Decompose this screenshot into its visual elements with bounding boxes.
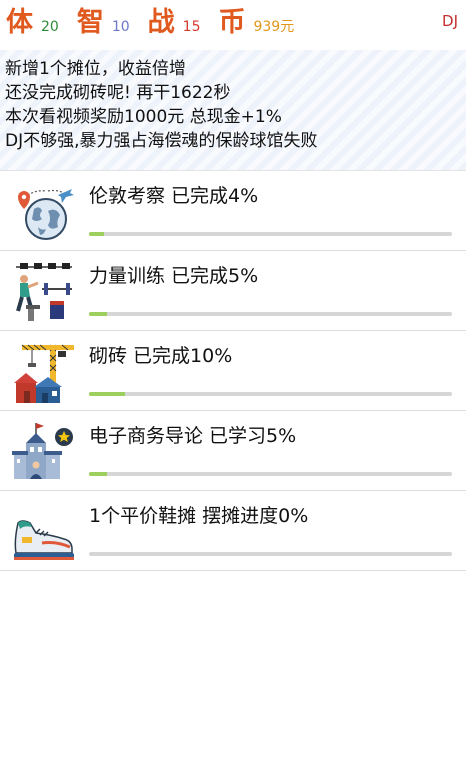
stat-combat-label: 战 [147,6,175,38]
activity-progress-fill [89,392,126,396]
activity-item-ecommerce[interactable]: 电子商务导论 已学习5% [0,411,466,491]
stat-combat-value: 15 [182,18,201,35]
activity-title: 1个平价鞋摊 摆摊进度0% [89,505,309,527]
sneaker-icon [14,520,74,560]
globe-travel-icon [18,189,74,240]
stat-combat: 战 15 [148,9,213,36]
activity-title: 电子商务导论 已学习5% [89,425,297,447]
status-bar: 体 20 智 10 战 15 币 939元 DJ [0,0,466,44]
stat-body: 体 20 [6,9,71,36]
activity-progress-bar [89,552,452,556]
activity-item-shoe-stall[interactable]: 1个平价鞋摊 摆摊进度0% [0,491,466,571]
stat-coin-value: 939元 [253,18,295,35]
stat-wisdom-value: 10 [111,18,130,35]
stat-coin: 币 939元 [218,9,306,36]
stat-body-label: 体 [6,6,33,38]
activity-progress-bar [89,392,452,396]
activity-list: 伦敦考察 已完成4% 力量训练 已完成5% 砌砖 已完成10% 电子商务导论 已… [0,171,466,571]
activity-title: 伦敦考察 已完成4% [89,185,259,207]
stat-body-value: 20 [41,18,59,35]
activity-progress-bar [89,232,452,236]
message-line: 新增1个摊位，收益倍增 [5,59,186,79]
message-line: 本次看视频奖励1000元 总现金+1% [5,107,282,127]
activity-progress-fill [89,312,108,316]
activity-item-bricklaying[interactable]: 砌砖 已完成10% [0,331,466,411]
activity-item-strength[interactable]: 力量训练 已完成5% [0,251,466,331]
player-name[interactable]: DJ [442,12,458,30]
activity-item-london[interactable]: 伦敦考察 已完成4% [0,171,466,251]
activity-progress-fill [89,232,104,236]
school-building-icon [12,423,73,479]
message-line: 还没完成砌砖呢! 再干1622秒 [5,83,231,103]
activity-title: 力量训练 已完成5% [89,265,259,287]
stat-wisdom: 智 10 [77,9,142,36]
activity-progress-fill [89,472,108,476]
activity-title: 砌砖 已完成10% [89,345,233,367]
stat-coin-label: 币 [218,6,246,38]
activity-progress-bar [89,472,452,476]
stat-wisdom-label: 智 [76,6,104,38]
activity-progress-bar [89,312,452,316]
construction-crane-icon [14,344,74,403]
message-log: 新增1个摊位，收益倍增 还没完成砌砖呢! 再干1622秒 本次看视频奖励1000… [0,50,466,171]
message-line: DJ不够强,暴力强占海偿魂的保龄球馆失败 [5,131,318,151]
weightlifting-icon [16,263,72,321]
